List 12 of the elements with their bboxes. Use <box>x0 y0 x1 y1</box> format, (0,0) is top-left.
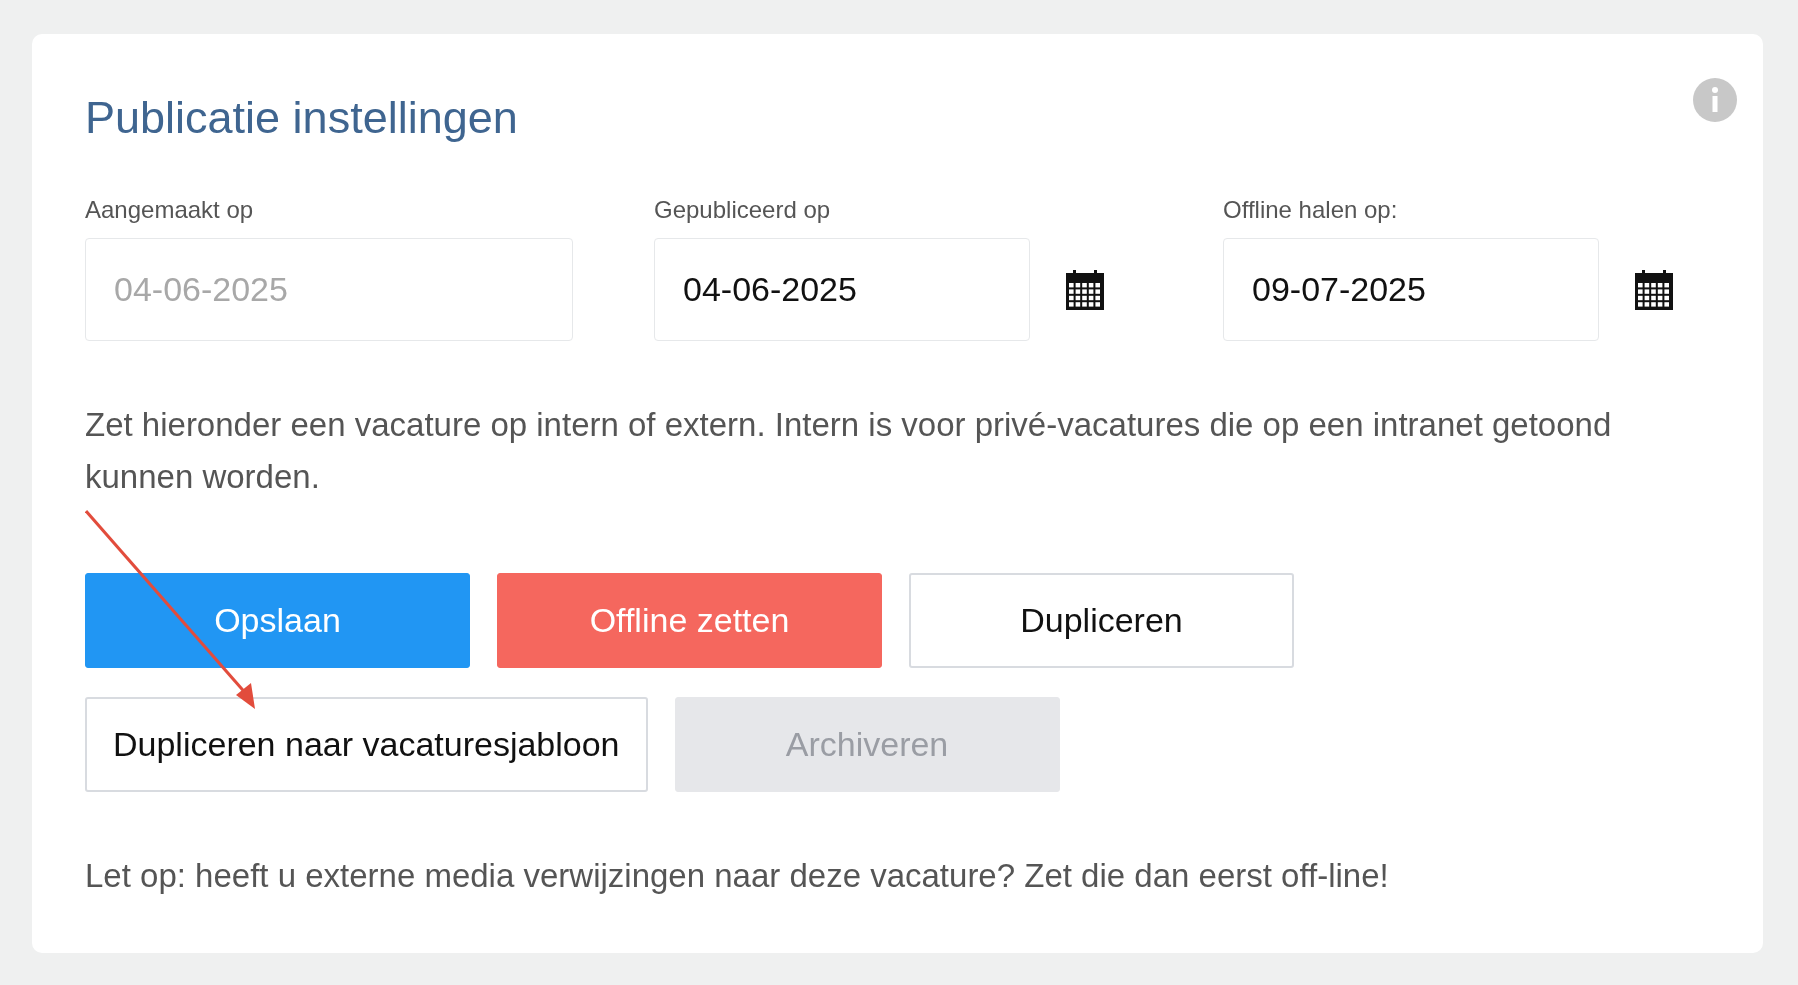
card-title: Publicatie instellingen <box>85 92 519 144</box>
description-text: Zet hieronder een vacature op intern of extern. Intern is voor privé-vacatures die op een intranet getoond kunnen worden. <box>85 405 1613 497</box>
field-label: Aangemaakt op <box>85 196 255 224</box>
date-field[interactable]: 09-07-2025 <box>1223 238 1599 341</box>
action-button[interactable]: Dupliceren <box>909 573 1294 668</box>
calendar-icon[interactable] <box>1066 269 1104 310</box>
calendar-icon[interactable] <box>1635 269 1673 310</box>
field-label: Gepubliceerd op <box>654 196 832 224</box>
action-button[interactable]: Dupliceren naar vacaturesjabloon <box>85 697 648 792</box>
note-text: Let op: heeft u externe media verwijzingen naar deze vacature? Zet die dan eerst off-line! <box>85 857 1390 895</box>
field-label: Offline halen op: <box>1223 196 1399 224</box>
date-field[interactable]: 04-06-2025 <box>654 238 1030 341</box>
